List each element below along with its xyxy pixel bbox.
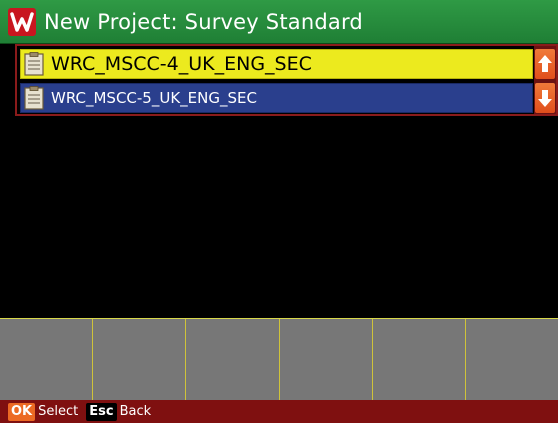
document-icon bbox=[24, 86, 44, 110]
window-title: New Project: Survey Standard bbox=[44, 10, 363, 34]
arrow-up-icon bbox=[538, 55, 552, 72]
ok-key-badge: OK bbox=[8, 402, 36, 421]
list-item-label: WRC_MSCC-4_UK_ENG_SEC bbox=[51, 53, 312, 75]
softkey-3[interactable] bbox=[186, 319, 280, 401]
list-item[interactable]: WRC_MSCC-5_UK_ENG_SEC bbox=[20, 83, 533, 113]
ok-key-hint: Select bbox=[38, 404, 79, 419]
esc-key-hint: Back bbox=[119, 404, 152, 419]
softkey-1[interactable] bbox=[0, 319, 94, 401]
project-list: WRC_MSCC-4_UK_ENG_SEC WRC_MSCC-5_UK_ENG_… bbox=[17, 46, 537, 114]
arrow-down-icon bbox=[538, 90, 552, 107]
softkey-5[interactable] bbox=[372, 319, 466, 401]
footer-hints: OK Select Esc Back bbox=[0, 400, 558, 423]
title-bar: New Project: Survey Standard bbox=[0, 0, 558, 44]
scroll-down-button[interactable] bbox=[535, 83, 555, 113]
softkey-4[interactable] bbox=[279, 319, 373, 401]
list-item-label: WRC_MSCC-5_UK_ENG_SEC bbox=[51, 89, 257, 107]
esc-key-badge: Esc bbox=[86, 402, 117, 421]
app-logo-icon bbox=[8, 8, 36, 36]
softkey-bar bbox=[0, 318, 558, 401]
document-icon bbox=[24, 52, 44, 76]
softkey-6[interactable] bbox=[465, 319, 558, 401]
scroll-up-button[interactable] bbox=[535, 49, 555, 79]
list-scrollbar[interactable] bbox=[534, 46, 556, 114]
project-list-panel: WRC_MSCC-4_UK_ENG_SEC WRC_MSCC-5_UK_ENG_… bbox=[15, 44, 558, 116]
list-item-selected[interactable]: WRC_MSCC-4_UK_ENG_SEC bbox=[20, 49, 533, 79]
softkey-2[interactable] bbox=[93, 319, 187, 401]
